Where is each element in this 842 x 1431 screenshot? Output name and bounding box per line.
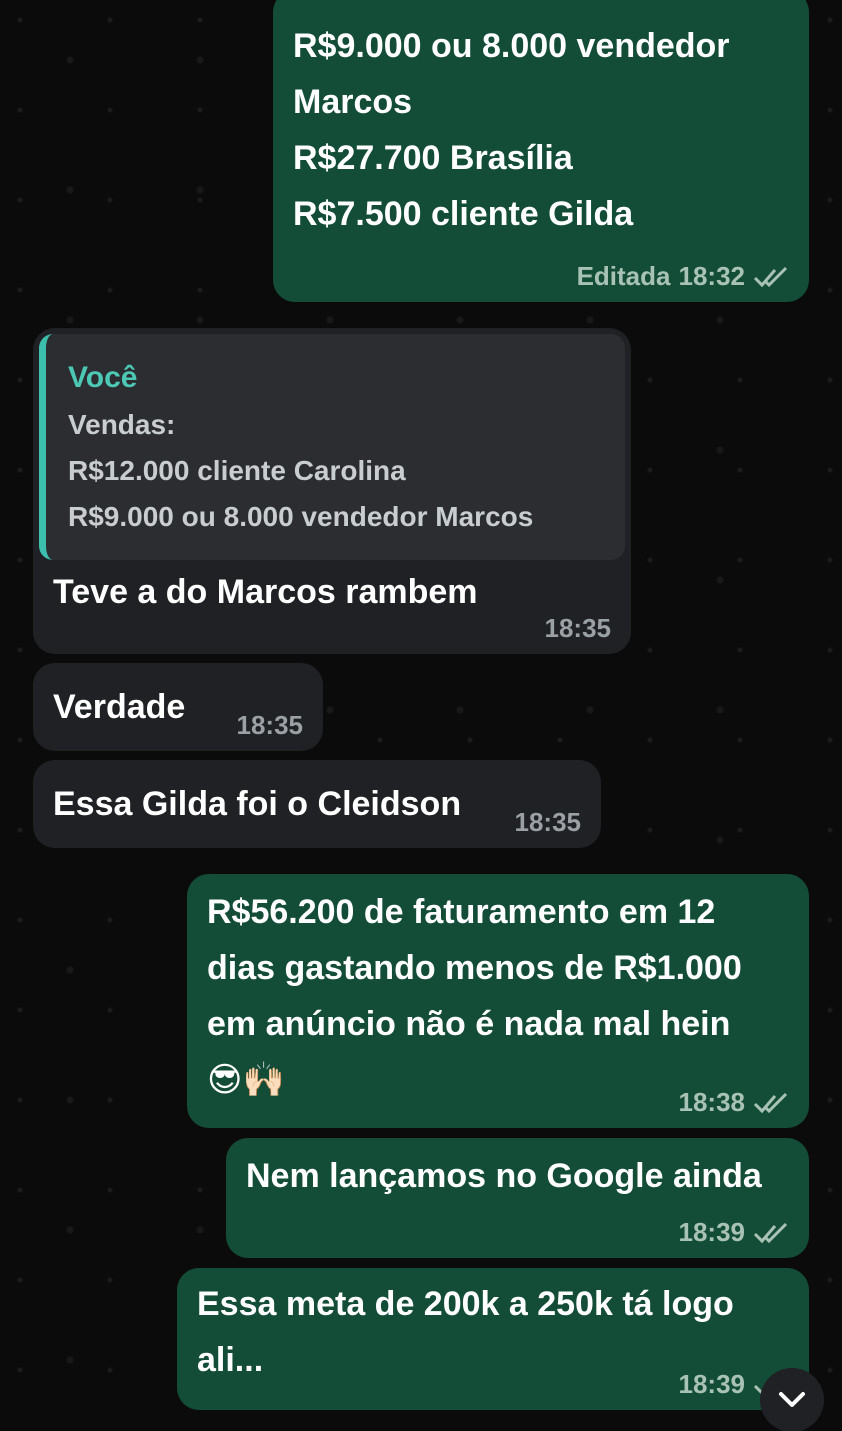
message-bubble-incoming[interactable]: Essa Gilda foi o Cleidson 18:35 bbox=[33, 760, 601, 848]
message-meta: 18:35 bbox=[237, 710, 304, 741]
message-time: 18:38 bbox=[678, 1087, 746, 1117]
quote-line: Vendas: bbox=[68, 409, 176, 440]
message-bubble-outgoing[interactable]: Nem lançamos no Google ainda 18:39 bbox=[226, 1138, 809, 1258]
message-time: 18:39 bbox=[678, 1217, 746, 1247]
message-line: R$27.700 Brasília bbox=[293, 139, 573, 177]
quote-line: R$12.000 cliente Carolina bbox=[68, 455, 406, 486]
quoted-message[interactable]: Você Vendas: R$12.000 cliente Carolina R… bbox=[39, 334, 625, 560]
message-bubble-outgoing[interactable]: R$9.000 ou 8.000 vendedor Marcos R$27.70… bbox=[273, 0, 809, 302]
message-line: em anúncio não é nada mal hein bbox=[207, 1005, 731, 1043]
message-meta: 18:38 bbox=[679, 1087, 790, 1118]
message-time: 18:35 bbox=[514, 807, 582, 837]
message-line: Marcos bbox=[293, 83, 413, 121]
message-line: R$7.500 cliente Gilda bbox=[293, 195, 634, 233]
message-time: 18:35 bbox=[544, 613, 612, 643]
message-bubble-incoming[interactable]: Você Vendas: R$12.000 cliente Carolina R… bbox=[33, 328, 631, 654]
edited-label: Editada bbox=[576, 261, 671, 291]
double-check-icon bbox=[753, 1222, 788, 1243]
double-check-icon bbox=[753, 266, 788, 287]
quote-line: R$9.000 ou 8.000 vendedor Marcos bbox=[68, 501, 534, 532]
message-bubble-outgoing[interactable]: Essa meta de 200k a 250k tá logo ali... … bbox=[177, 1268, 809, 1410]
message-meta: 18:35 bbox=[515, 807, 582, 838]
message-line: dias gastando menos de R$1.000 bbox=[207, 949, 742, 987]
message-text: Nem lançamos no Google ainda bbox=[246, 1157, 762, 1195]
message-bubble-incoming[interactable]: Verdade 18:35 bbox=[33, 663, 323, 751]
chevron-down-icon bbox=[779, 1392, 805, 1407]
message-text: Teve a do Marcos rambem bbox=[53, 573, 478, 611]
scroll-to-bottom-button[interactable] bbox=[760, 1368, 824, 1431]
chat-conversation: R$9.000 ou 8.000 vendedor Marcos R$27.70… bbox=[0, 0, 842, 1431]
message-line: R$9.000 ou 8.000 vendedor bbox=[293, 27, 730, 65]
message-line: Essa meta de 200k a 250k tá logo bbox=[197, 1285, 734, 1323]
message-meta: 18:39 bbox=[679, 1217, 790, 1248]
message-meta: 18:35 bbox=[545, 613, 612, 644]
message-time: 18:39 bbox=[678, 1369, 746, 1399]
double-check-icon bbox=[753, 1092, 788, 1113]
message-text: Essa Gilda foi o Cleidson bbox=[53, 785, 462, 823]
message-bubble-outgoing[interactable]: R$56.200 de faturamento em 12 dias gasta… bbox=[187, 874, 809, 1128]
message-line: R$56.200 de faturamento em 12 bbox=[207, 893, 716, 931]
message-meta: Editada 18:32 bbox=[577, 261, 789, 292]
quote-author: Você bbox=[68, 361, 138, 394]
message-time: 18:32 bbox=[678, 261, 746, 291]
message-time: 18:35 bbox=[236, 710, 304, 740]
